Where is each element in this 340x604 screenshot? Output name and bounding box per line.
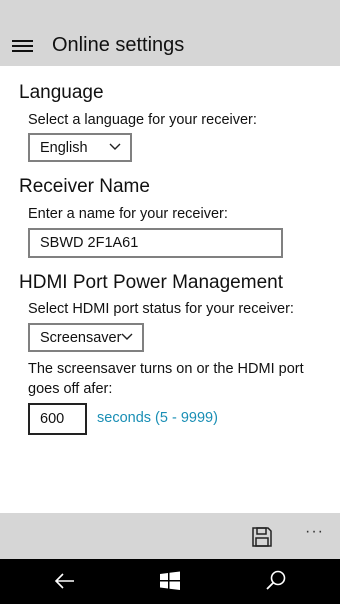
save-icon[interactable]: [250, 525, 274, 549]
chevron-down-icon: [121, 333, 133, 340]
windows-logo-icon[interactable]: [157, 569, 183, 593]
language-select-value: English: [40, 140, 88, 156]
chevron-down-icon: [109, 143, 121, 150]
receiver-name-heading: Receiver Name: [19, 176, 150, 197]
hdmi-description-line1: The screensaver turns on or the HDMI por…: [28, 361, 304, 377]
hdmi-status-select[interactable]: Screensaver: [28, 323, 144, 352]
more-options-button[interactable]: ···: [305, 523, 333, 547]
back-arrow-icon[interactable]: [52, 569, 78, 593]
hdmi-description-line2: goes off afer:: [28, 381, 113, 397]
language-select[interactable]: English: [28, 133, 132, 162]
receiver-name-label: Enter a name for your receiver:: [28, 206, 228, 222]
receiver-name-input[interactable]: SBWD 2F1A61: [28, 228, 283, 258]
hamburger-menu-icon[interactable]: [12, 38, 33, 54]
hdmi-status-label: Select HDMI port status for your receive…: [28, 301, 294, 317]
page-title: Online settings: [52, 34, 185, 56]
timeout-range-hint: seconds (5 - 9999): [97, 410, 218, 426]
system-nav-bar: [0, 559, 340, 604]
app-bar: ···: [0, 513, 340, 559]
search-icon[interactable]: [263, 569, 289, 593]
hdmi-status-select-value: Screensaver: [40, 330, 122, 346]
hdmi-heading: HDMI Port Power Management: [19, 272, 283, 293]
timeout-seconds-input[interactable]: 600: [28, 403, 87, 435]
header-bar: Online settings: [0, 0, 340, 66]
language-label: Select a language for your receiver:: [28, 112, 257, 128]
language-heading: Language: [19, 82, 104, 103]
